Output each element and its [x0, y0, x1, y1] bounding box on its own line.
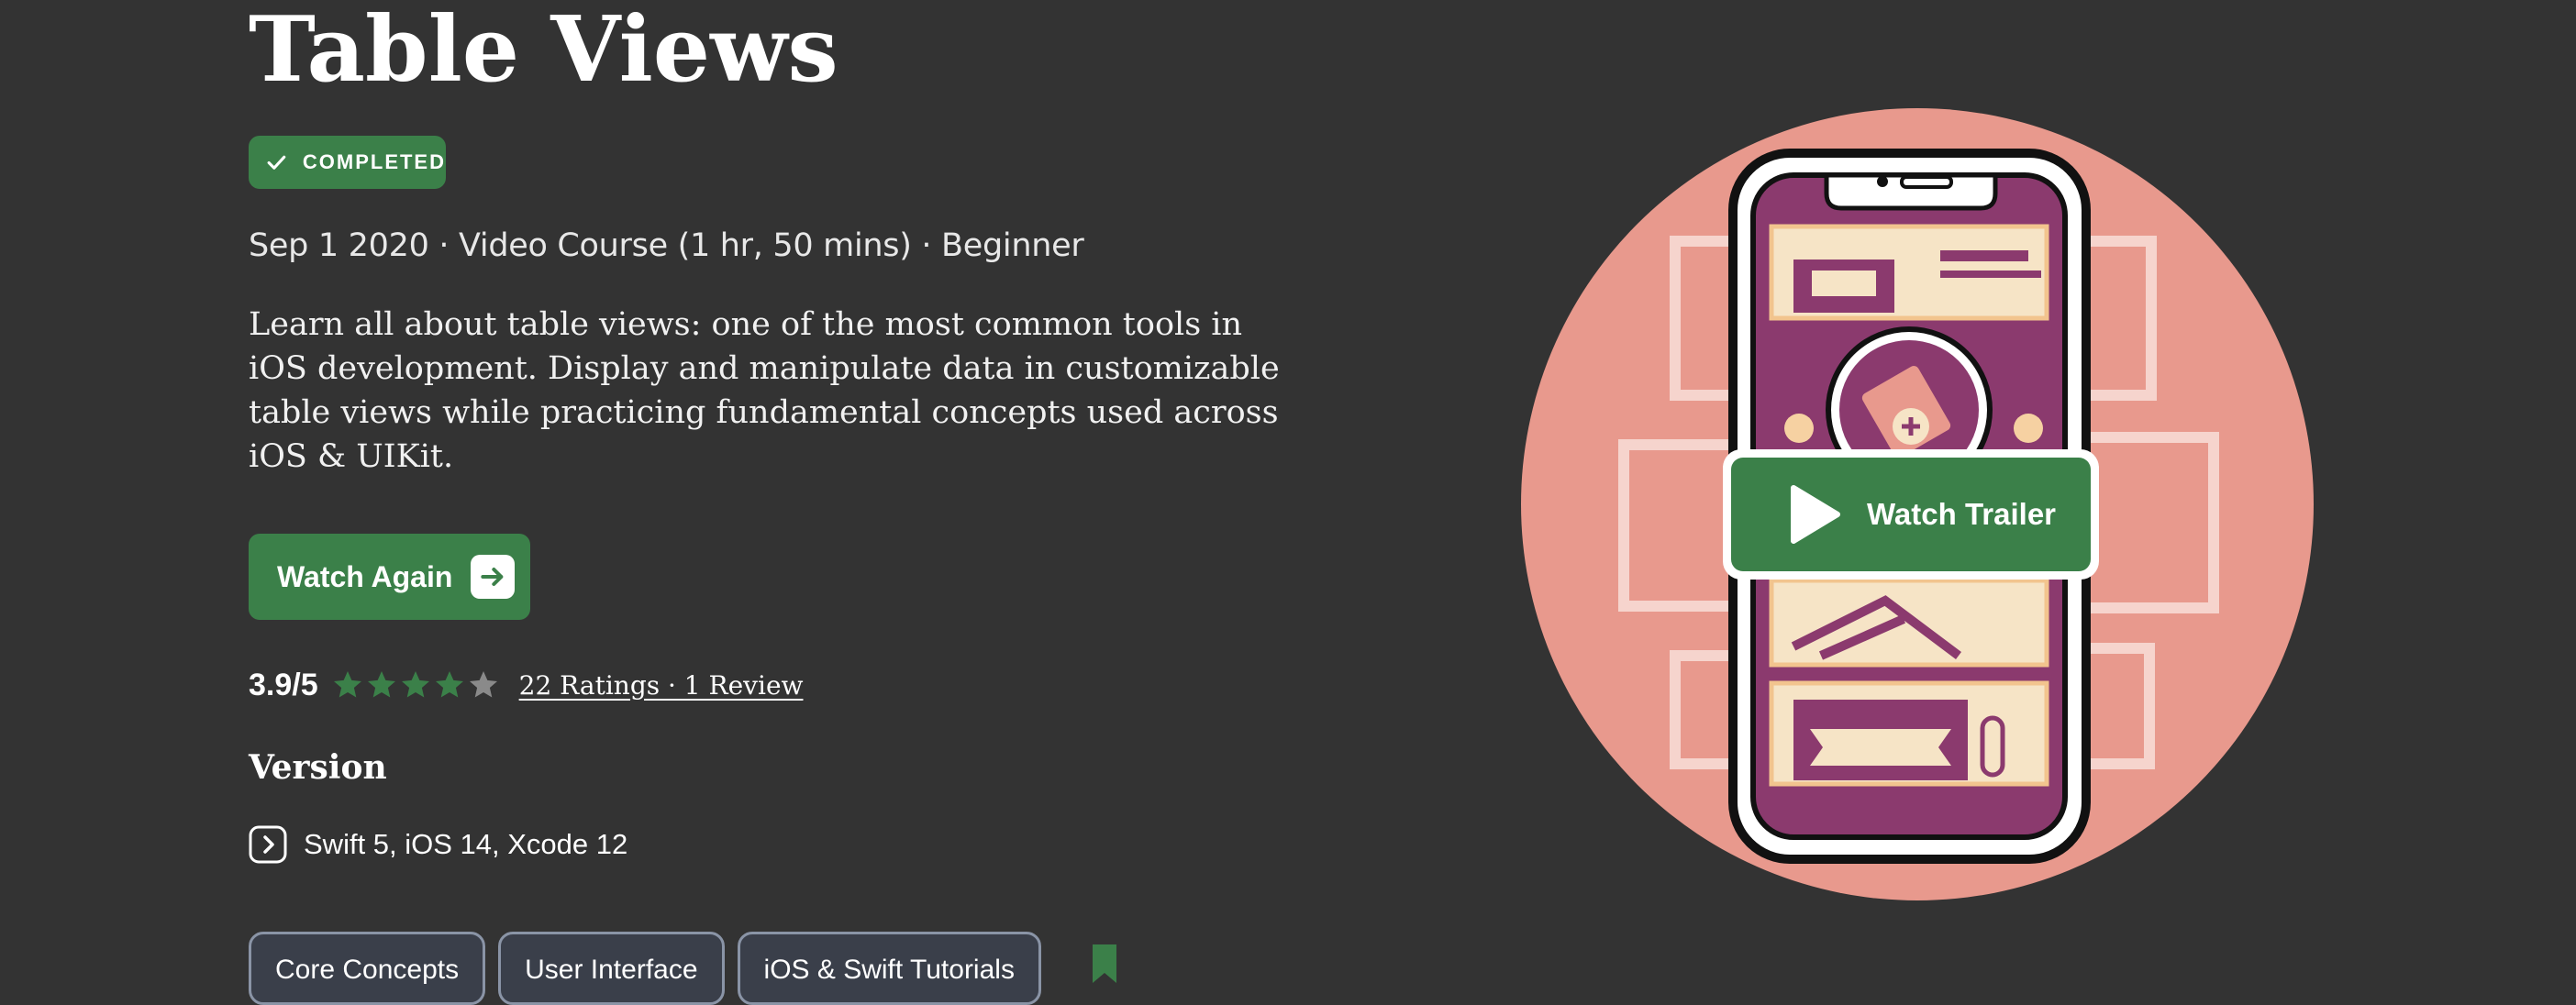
- page-title: Table Views: [249, 0, 838, 103]
- rating-stars: [331, 668, 501, 701]
- rating-row: 3.9/5 22 Ratings · 1 Review: [249, 662, 803, 708]
- course-meta: Sep 1 2020 · Video Course (1 hr, 50 mins…: [249, 227, 1084, 264]
- tag-list: Core Concepts User Interface iOS & Swift…: [249, 932, 1118, 1005]
- version-text: Swift 5, iOS 14, Xcode 12: [304, 828, 628, 860]
- status-badge-label: COMPLETED: [302, 150, 446, 173]
- status-badge: COMPLETED: [249, 136, 446, 189]
- tag-user-interface[interactable]: User Interface: [498, 932, 725, 1005]
- tag-core-concepts[interactable]: Core Concepts: [249, 932, 486, 1005]
- rating-score: 3.9/5: [249, 667, 318, 702]
- star-filled-icon: [333, 671, 361, 698]
- watch-again-label: Watch Again: [277, 559, 453, 593]
- watch-trailer-button[interactable]: Watch Trailer: [1723, 449, 2099, 580]
- star-filled-icon: [367, 671, 395, 698]
- watch-again-button[interactable]: Watch Again: [249, 534, 530, 620]
- watch-trailer-inner: Watch Trailer: [1731, 458, 2091, 571]
- version-info: Swift 5, iOS 14, Xcode 12: [249, 825, 627, 864]
- star-filled-icon: [435, 671, 463, 698]
- arrow-right-icon: [471, 555, 516, 599]
- star-empty-icon: [469, 671, 497, 698]
- watch-trailer-label: Watch Trailer: [1867, 497, 2057, 531]
- bookmark-icon[interactable]: [1091, 943, 1118, 985]
- course-description: Learn all about table views: one of the …: [249, 306, 1280, 475]
- chevron-right-icon: [249, 825, 287, 864]
- version-heading: Version: [249, 748, 387, 787]
- star-filled-icon: [401, 671, 429, 698]
- checkmark-icon: [267, 155, 286, 170]
- play-icon: [1791, 485, 1840, 544]
- tag-ios-swift-tutorials[interactable]: iOS & Swift Tutorials: [737, 932, 1041, 1005]
- ratings-link[interactable]: 22 Ratings · 1 Review: [519, 670, 804, 701]
